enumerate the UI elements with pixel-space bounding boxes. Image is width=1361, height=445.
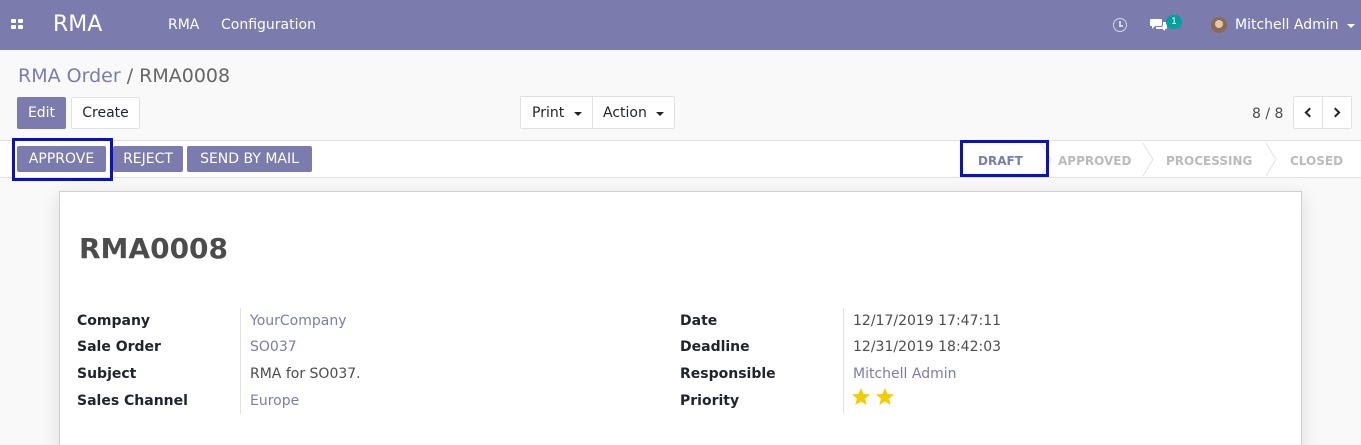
stage-separator — [1265, 143, 1277, 176]
breadcrumb: RMA Order / RMA0008 — [18, 64, 230, 88]
send-by-mail-button[interactable]: SEND BY MAIL — [187, 146, 312, 172]
breadcrumb-separator: / — [126, 65, 134, 87]
print-label: Print — [532, 105, 565, 121]
sale-order-value[interactable]: SO037 — [250, 338, 297, 356]
company-label: Company — [77, 313, 151, 329]
apps-menu-icon[interactable] — [11, 19, 25, 31]
date-value: 12/17/2019 17:47:11 — [853, 313, 1002, 329]
chevron-right-icon — [1330, 107, 1341, 118]
priority-star-icon[interactable] — [875, 387, 895, 407]
chevron-left-icon — [1304, 107, 1315, 118]
menu-item-configuration[interactable]: Configuration — [221, 16, 316, 34]
sale-order-label: Sale Order — [77, 339, 161, 355]
deadline-value: 12/31/2019 18:42:03 — [853, 339, 1002, 355]
sales-channel-label: Sales Channel — [77, 393, 188, 409]
stage-closed[interactable]: CLOSED — [1290, 154, 1343, 168]
breadcrumb-parent-link[interactable]: RMA Order — [18, 65, 121, 87]
messaging-icon[interactable] — [1150, 18, 1167, 32]
stage-processing[interactable]: PROCESSING — [1166, 154, 1252, 168]
menu-item-rma[interactable]: RMA — [168, 16, 199, 34]
left-group-divider — [240, 308, 241, 414]
priority-label: Priority — [680, 393, 740, 409]
priority-star-icon[interactable] — [851, 387, 871, 407]
top-navbar: RMA RMA Configuration 1 Mitchell Admin — [0, 0, 1361, 50]
draft-highlight-box — [960, 140, 1049, 177]
pager-previous-button[interactable] — [1293, 96, 1323, 129]
subject-label: Subject — [77, 366, 137, 382]
responsible-value[interactable]: Mitchell Admin — [853, 365, 957, 383]
reject-button[interactable]: REJECT — [113, 146, 183, 172]
pager-value[interactable]: 8 / 8 — [1252, 105, 1283, 123]
message-count-badge: 1 — [1166, 15, 1182, 29]
user-menu-name[interactable]: Mitchell Admin — [1235, 16, 1339, 34]
app-brand: RMA — [53, 12, 103, 37]
breadcrumb-current: RMA0008 — [139, 65, 231, 87]
date-label: Date — [680, 313, 718, 329]
deadline-label: Deadline — [680, 339, 750, 355]
right-group-divider — [843, 308, 844, 414]
chevron-down-icon — [656, 112, 664, 116]
approve-highlight-box — [12, 138, 113, 181]
record-title: RMA0008 — [79, 232, 229, 265]
user-menu-caret-icon[interactable] — [1347, 24, 1355, 28]
stage-approved[interactable]: APPROVED — [1058, 154, 1131, 168]
responsible-label: Responsible — [680, 366, 776, 382]
action-label: Action — [603, 105, 647, 121]
stage-separator — [1142, 143, 1154, 176]
chevron-down-icon — [574, 112, 582, 116]
user-avatar[interactable] — [1211, 17, 1227, 33]
subject-value: RMA for SO037. — [250, 366, 361, 382]
activity-clock-icon[interactable] — [1113, 18, 1127, 32]
pager-next-button[interactable] — [1322, 96, 1352, 129]
sales-channel-value[interactable]: Europe — [250, 392, 299, 410]
edit-button[interactable]: Edit — [17, 97, 66, 129]
create-button[interactable]: Create — [71, 97, 140, 129]
action-dropdown-button[interactable]: Action — [592, 96, 675, 129]
print-dropdown-button[interactable]: Print — [520, 96, 593, 129]
company-value[interactable]: YourCompany — [250, 312, 347, 330]
